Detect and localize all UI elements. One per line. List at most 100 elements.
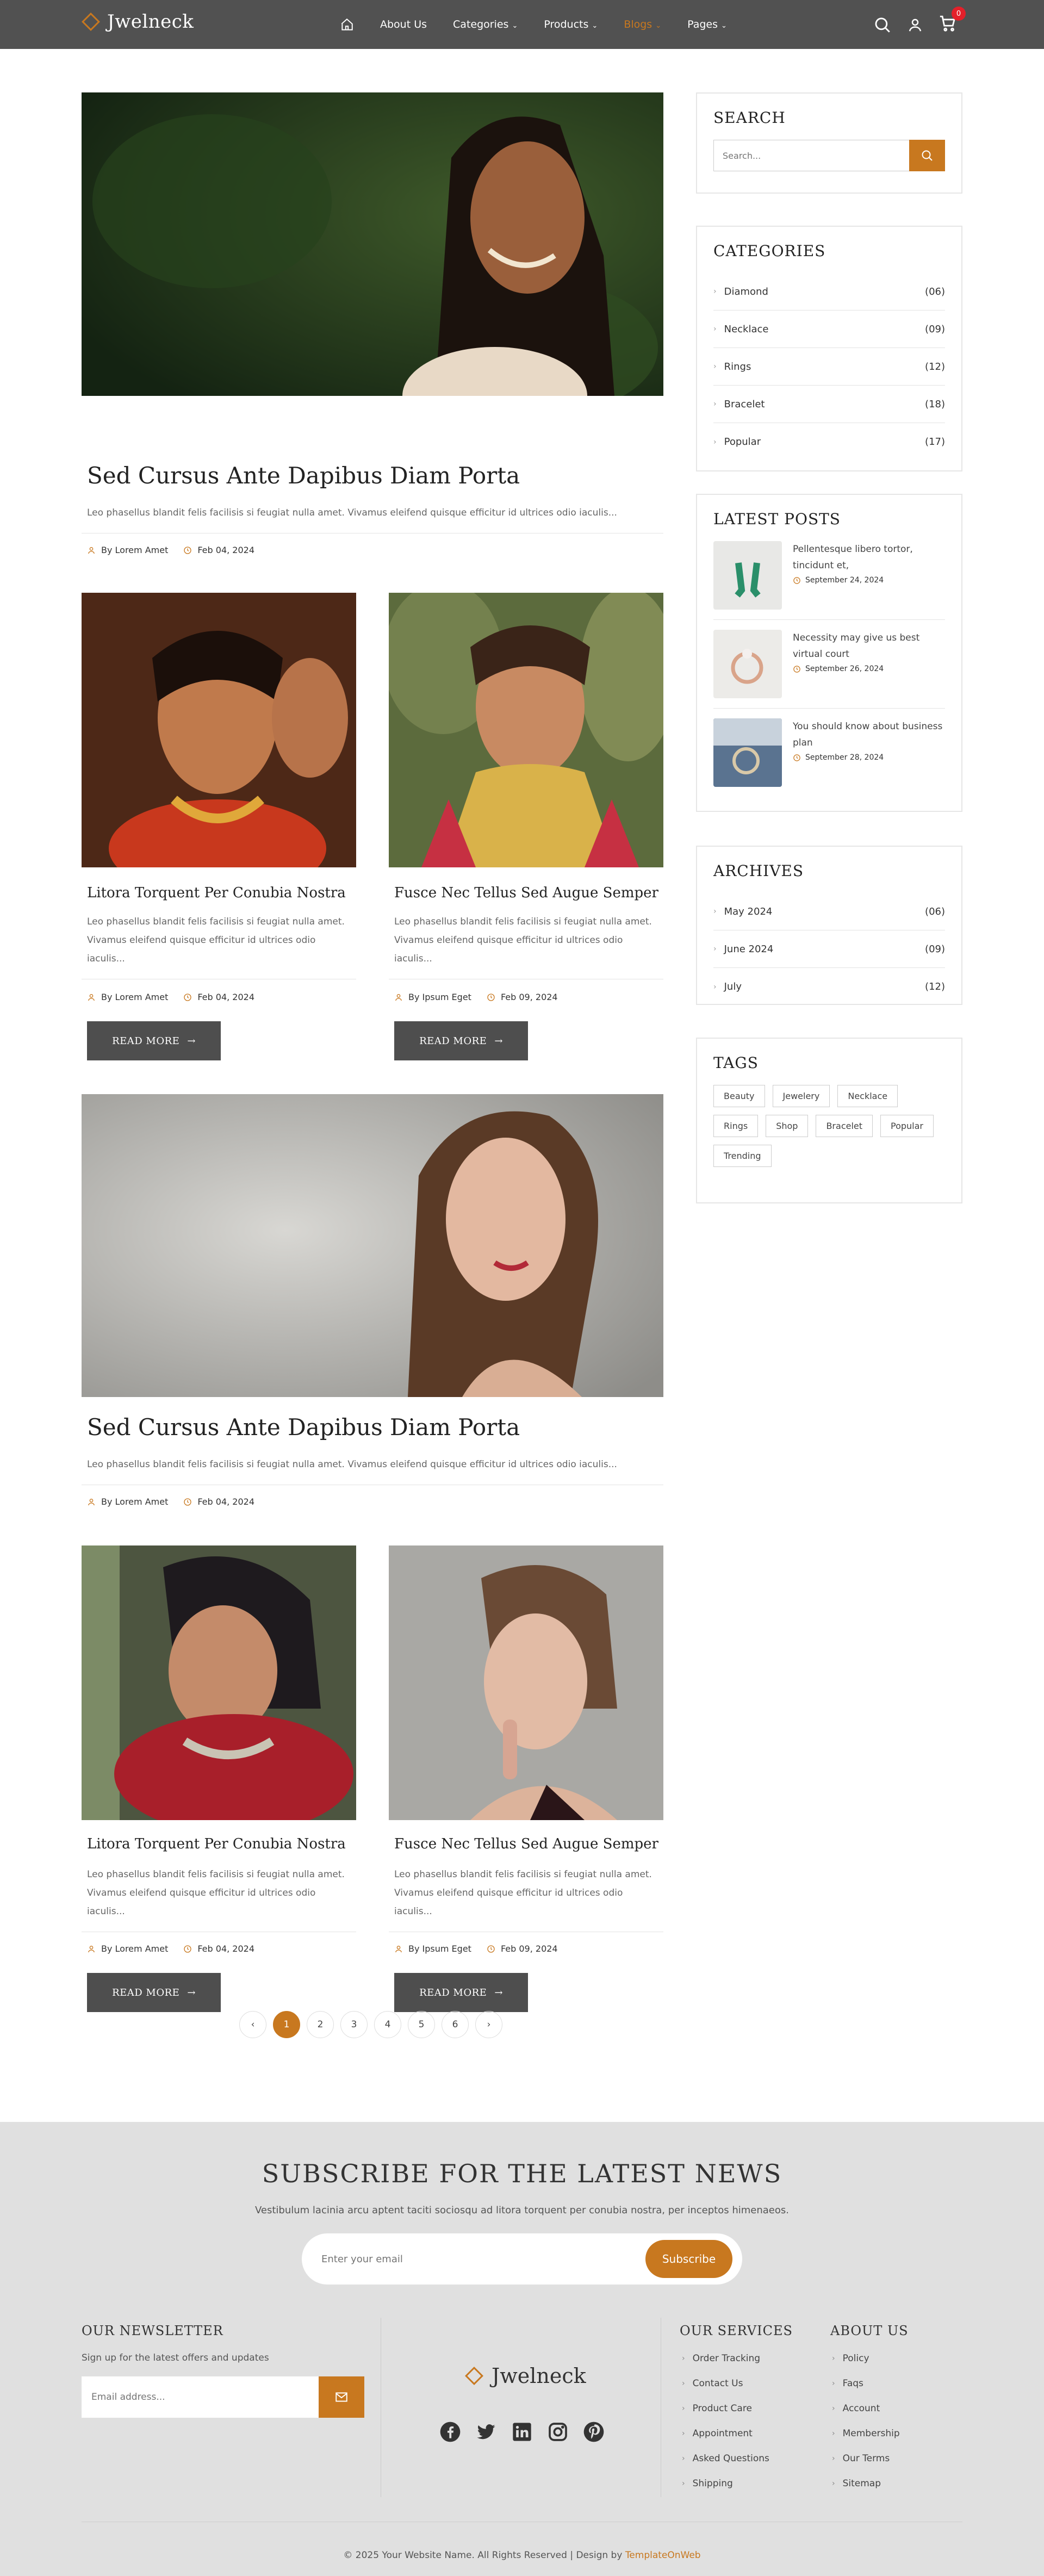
search-icon <box>922 150 933 161</box>
latest-post-item[interactable]: You should know about business plan Septe… <box>713 709 945 797</box>
facebook-icon[interactable] <box>439 2421 461 2443</box>
post-title[interactable]: Sed Cursus Ante Dapibus Diam Porta <box>87 462 520 489</box>
post-title[interactable]: Litora Torquent Per Conubia Nostra <box>87 1836 346 1852</box>
post-title[interactable]: Litora Torquent Per Conubia Nostra <box>87 885 346 901</box>
category-item[interactable]: › Rings (12) <box>713 348 945 386</box>
header-actions: 0 <box>873 7 966 35</box>
category-count: (06) <box>925 285 945 297</box>
arrow-right-icon: → <box>494 1035 503 1047</box>
user-icon <box>88 1945 95 1952</box>
page-button-1[interactable]: 1 <box>273 2011 300 2038</box>
post-title[interactable]: Sed Cursus Ante Dapibus Diam Porta <box>87 1414 520 1441</box>
post-image-woman-earring[interactable] <box>389 1545 663 1820</box>
search-button[interactable] <box>909 140 945 171</box>
post-image-bridal-gold[interactable] <box>82 593 356 867</box>
latest-post-title: Necessity may give us best virtual court <box>793 632 920 660</box>
user-icon <box>395 1945 402 1952</box>
social-links <box>439 2421 605 2443</box>
twitter-icon[interactable] <box>475 2421 497 2443</box>
archive-item[interactable]: › May 2024 (06) <box>713 893 945 930</box>
tag-necklace[interactable]: Necklace <box>837 1085 898 1107</box>
latest-post-item[interactable]: Pellentesque libero tortor, tincidunt et… <box>713 541 945 620</box>
chevron-right-icon: › <box>713 437 717 446</box>
page-button-3[interactable]: 3 <box>340 2011 368 2038</box>
footer-link[interactable]: › Sitemap <box>832 2471 900 2496</box>
subscribe-form: Subscribe <box>302 2233 742 2285</box>
footer-link[interactable]: › Contact Us <box>682 2371 769 2396</box>
read-more-button[interactable]: READ MORE → <box>394 1021 528 1060</box>
footer-link[interactable]: › Our Terms <box>832 2446 900 2471</box>
newsletter-email-input[interactable] <box>82 2376 319 2418</box>
post-image-studio-portrait[interactable] <box>82 1094 663 1397</box>
footer-link[interactable]: › Product Care <box>682 2396 769 2421</box>
newsletter-submit-button[interactable] <box>319 2376 364 2418</box>
post-image-garden-portrait[interactable] <box>82 92 663 396</box>
page-button-2[interactable]: 2 <box>307 2011 334 2038</box>
brand-logo[interactable]: Jwelneck <box>82 11 194 33</box>
clock-icon <box>793 754 800 761</box>
footer-link[interactable]: › Shipping <box>682 2471 769 2496</box>
mail-icon <box>335 2392 347 2402</box>
footer-link[interactable]: › Order Tracking <box>682 2346 769 2371</box>
subscribe-email-input[interactable] <box>321 2253 645 2265</box>
pinterest-icon[interactable] <box>583 2421 605 2443</box>
latest-post-title: You should know about business plan <box>793 721 943 748</box>
chevron-right-icon: › <box>832 2404 835 2413</box>
footer-link[interactable]: › Account <box>832 2396 900 2421</box>
read-more-button[interactable]: READ MORE → <box>394 1973 528 2012</box>
footer-link[interactable]: › Asked Questions <box>682 2446 769 2471</box>
user-icon[interactable] <box>907 17 923 33</box>
footer-link[interactable]: › Appointment <box>682 2421 769 2446</box>
nav-categories[interactable]: Categories ⌄ <box>453 18 518 30</box>
footer-link[interactable]: › Policy <box>832 2346 900 2371</box>
post-author: By Ipsum Eget <box>408 1944 471 1954</box>
page-button-6[interactable]: 6 <box>442 2011 469 2038</box>
designer-link[interactable]: TemplateOnWeb <box>625 2550 701 2561</box>
archive-item[interactable]: › July (12) <box>713 968 945 1005</box>
next-page-button[interactable]: › <box>475 2011 502 2038</box>
tag-beauty[interactable]: Beauty <box>713 1085 765 1107</box>
post-image-bride-profile[interactable] <box>82 1545 356 1820</box>
tag-trending[interactable]: Trending <box>713 1145 772 1167</box>
latest-post-item[interactable]: Necessity may give us best virtual court… <box>713 620 945 709</box>
tag-shop[interactable]: Shop <box>766 1115 809 1137</box>
footer-link[interactable]: › Membership <box>832 2421 900 2446</box>
tag-jewelery[interactable]: Jewelery <box>772 1085 830 1107</box>
footer-brand-name: Jwelneck <box>492 2364 586 2388</box>
category-item[interactable]: › Popular (17) <box>713 423 945 461</box>
tag-popular[interactable]: Popular <box>880 1115 934 1137</box>
chevron-right-icon: › <box>713 400 717 408</box>
post-title[interactable]: Fusce Nec Tellus Sed Augue Semper <box>394 1836 658 1852</box>
category-item[interactable]: › Bracelet (18) <box>713 386 945 423</box>
page-button-4[interactable]: 4 <box>374 2011 401 2038</box>
search-icon[interactable] <box>873 16 892 34</box>
arrow-right-icon: → <box>187 1987 196 1998</box>
read-more-button[interactable]: READ MORE → <box>87 1021 221 1060</box>
nav-about-us[interactable]: About Us <box>380 18 427 30</box>
home-icon[interactable] <box>340 17 354 32</box>
arrow-right-icon: → <box>494 1987 503 1998</box>
post-author: By Lorem Amet <box>101 992 169 1002</box>
linkedin-icon[interactable] <box>511 2421 533 2443</box>
subscribe-title: SUBSCRIBE FOR THE LATEST NEWS <box>262 2159 782 2188</box>
subscribe-button[interactable]: Subscribe <box>645 2240 732 2278</box>
nav-blogs[interactable]: Blogs ⌄ <box>624 18 661 30</box>
post-title[interactable]: Fusce Nec Tellus Sed Augue Semper <box>394 885 658 901</box>
post-image-bridal-veil[interactable] <box>389 593 663 867</box>
instagram-icon[interactable] <box>547 2421 569 2443</box>
prev-page-button[interactable]: ‹ <box>239 2011 266 2038</box>
tag-rings[interactable]: Rings <box>713 1115 759 1137</box>
archive-item[interactable]: › June 2024 (09) <box>713 930 945 968</box>
cart-button[interactable]: 0 <box>939 7 966 35</box>
footer-link[interactable]: › Faqs <box>832 2371 900 2396</box>
widget-title: CATEGORIES <box>713 242 826 260</box>
page-button-5[interactable]: 5 <box>408 2011 435 2038</box>
category-item[interactable]: › Necklace (09) <box>713 311 945 348</box>
search-input[interactable] <box>713 140 909 171</box>
tag-bracelet[interactable]: Bracelet <box>816 1115 873 1137</box>
nav-products[interactable]: Products ⌄ <box>544 18 598 30</box>
read-more-button[interactable]: READ MORE → <box>87 1973 221 2012</box>
footer-brand-logo[interactable]: Jwelneck <box>465 2364 586 2388</box>
nav-pages[interactable]: Pages ⌄ <box>687 18 727 30</box>
category-item[interactable]: › Diamond (06) <box>713 273 945 311</box>
